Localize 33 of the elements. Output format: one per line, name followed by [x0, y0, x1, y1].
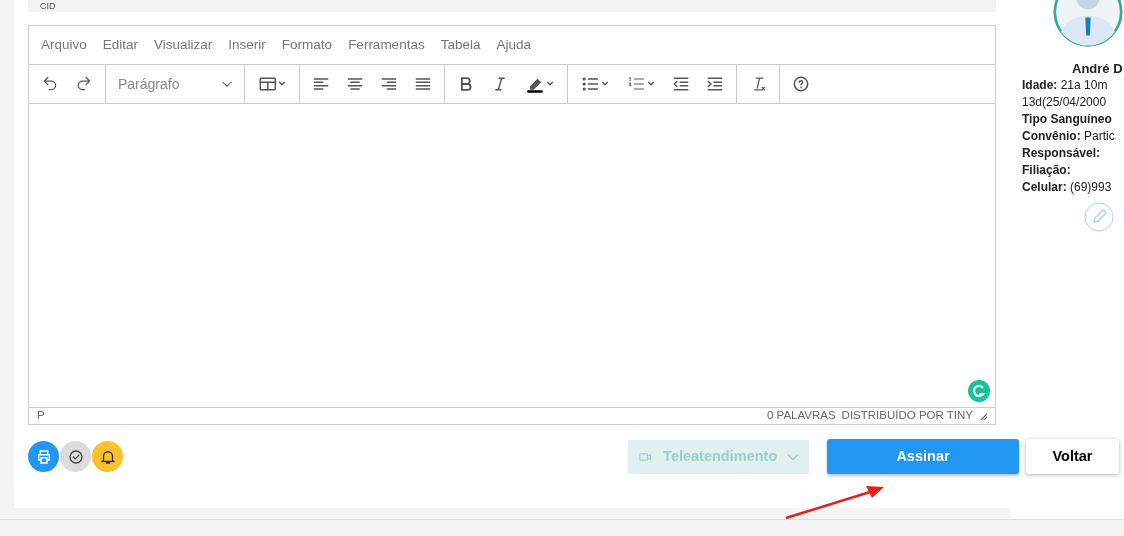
- patient-info: Tipo Sanguíneo: [1022, 111, 1113, 128]
- check-button[interactable]: [60, 441, 91, 472]
- menu-item[interactable]: Arquivo: [33, 34, 95, 56]
- field-label: CID: [40, 1, 56, 11]
- patient-info: Filiação:: [1022, 162, 1072, 179]
- menu-item[interactable]: Inserir: [220, 34, 274, 56]
- help-icon: [791, 74, 811, 94]
- patient-info: 13d(25/04/2000: [1022, 94, 1108, 111]
- check-icon: [66, 447, 85, 466]
- grammar-checker-icon[interactable]: [968, 380, 990, 402]
- cid-field[interactable]: CID: [28, 0, 996, 12]
- indent-icon: [705, 74, 725, 94]
- element-path: P: [37, 408, 45, 424]
- bell-button[interactable]: [92, 441, 123, 472]
- menu-item[interactable]: Ajuda: [488, 34, 539, 56]
- patient-info: Convênio: Partic: [1022, 128, 1116, 145]
- menu-item[interactable]: Editar: [94, 34, 147, 56]
- chevron-down-icon: [787, 452, 799, 461]
- block-format-dropdown[interactable]: Parágrafo: [110, 73, 240, 95]
- patient-info: Idade: 21a 10m: [1022, 77, 1109, 94]
- patient-name: André D: [1072, 60, 1124, 77]
- menu-item[interactable]: Tabela: [432, 34, 489, 56]
- outdent-icon: [671, 74, 691, 94]
- back-button[interactable]: Voltar: [1026, 439, 1119, 474]
- menu-item[interactable]: Formato: [273, 34, 341, 56]
- menu-item[interactable]: Visualizar: [146, 34, 221, 56]
- resize-handle-icon: [979, 412, 987, 420]
- word-count: 0 PALAVRAS: [766, 408, 836, 424]
- menu-item[interactable]: Ferramentas: [340, 34, 433, 56]
- sign-button[interactable]: Assinar: [827, 439, 1019, 474]
- patient-info: Responsável:: [1022, 145, 1102, 162]
- branding-link[interactable]: DISTRIBUÍDO POR TINY: [841, 407, 973, 425]
- patient-info: Celular: (69)993: [1022, 179, 1113, 196]
